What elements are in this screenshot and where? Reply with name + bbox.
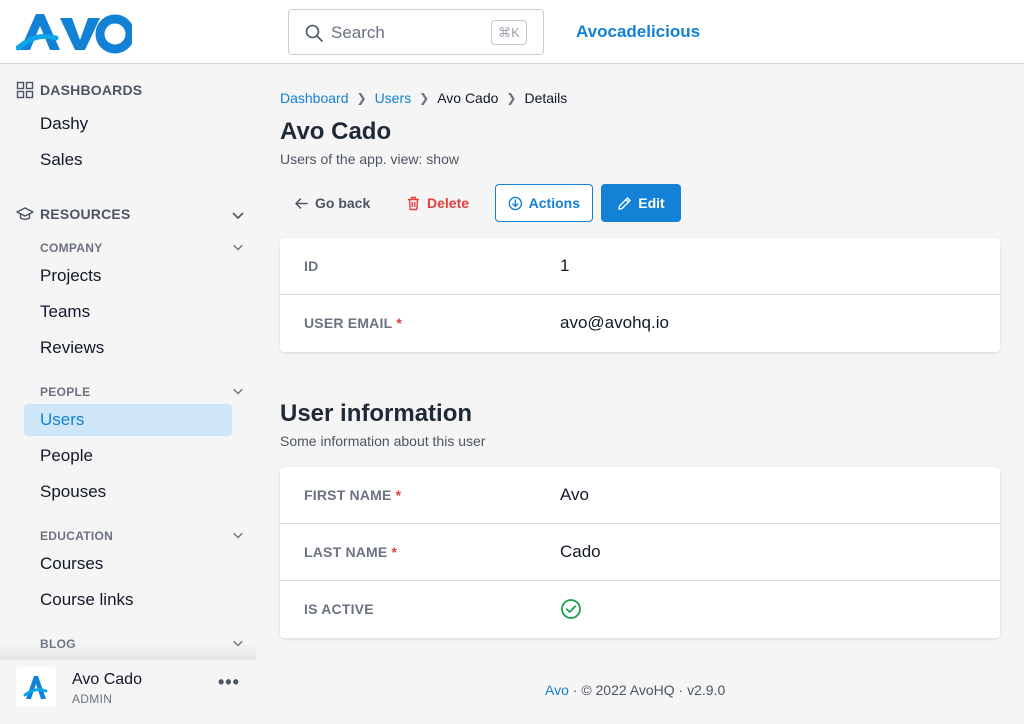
chevron-down-icon[interactable] <box>231 208 245 222</box>
edit-button[interactable]: Edit <box>601 184 681 222</box>
avatar[interactable] <box>16 667 56 707</box>
go-back-label: Go back <box>315 195 371 211</box>
breadcrumb-record: Avo Cado <box>437 90 499 106</box>
user-information-card: FIRST NAME * Avo LAST NAME * Cado IS ACTIV… <box>280 467 1000 638</box>
breadcrumb: Dashboard ❯ Users ❯ Avo Cado ❯ Details <box>280 90 567 106</box>
required-marker: * <box>395 487 402 503</box>
field-label: ID <box>304 258 319 274</box>
sidebar-item-courses[interactable]: Courses <box>24 548 232 580</box>
search-placeholder: Search <box>331 23 385 42</box>
dashboard-grid-icon <box>16 81 34 99</box>
field-row-first-name: FIRST NAME * Avo <box>280 467 1000 524</box>
dashboards-heading-label: DASHBOARDS <box>40 82 143 98</box>
dashboards-heading[interactable]: DASHBOARDS <box>16 81 142 99</box>
breadcrumb-users[interactable]: Users <box>375 90 412 106</box>
field-value: 1 <box>560 256 570 275</box>
avo-logo[interactable] <box>15 8 135 56</box>
current-user-panel: Avo Cado ADMIN ••• <box>0 660 256 724</box>
field-label: USER EMAIL * <box>304 315 402 331</box>
sidebar-item-projects[interactable]: Projects <box>24 260 232 292</box>
field-row-last-name: LAST NAME * Cado <box>280 524 1000 581</box>
app-name-link[interactable]: Avocadelicious <box>576 22 700 42</box>
education-group-heading: EDUCATION <box>40 529 114 543</box>
field-label: LAST NAME * <box>304 544 398 560</box>
footer-text: · © 2022 AvoHQ · v2.9.0 <box>568 682 726 698</box>
chevron-down-icon[interactable] <box>232 385 244 397</box>
actions-label: Actions <box>528 195 580 211</box>
pencil-icon <box>618 196 631 210</box>
search-icon <box>305 24 323 42</box>
more-options-icon[interactable]: ••• <box>218 672 240 693</box>
field-value: Cado <box>560 542 601 561</box>
download-circle-icon <box>508 196 523 210</box>
footer-avo-link[interactable]: Avo <box>545 682 569 698</box>
page-subtitle: Users of the app. view: show <box>280 151 459 167</box>
search-shortcut-hint: ⌘K <box>491 20 527 45</box>
page-title: Avo Cado <box>280 118 392 145</box>
sidebar-item-sales[interactable]: Sales <box>24 144 232 176</box>
field-row-user-email: USER EMAIL * avo@avohq.io <box>280 295 1000 352</box>
company-group-heading: COMPANY <box>40 241 103 255</box>
sidebar-item-teams[interactable]: Teams <box>24 296 232 328</box>
go-back-button[interactable]: Go back <box>282 184 382 222</box>
sidebar-item-reviews[interactable]: Reviews <box>24 332 232 364</box>
search-input[interactable]: Search ⌘K <box>288 9 544 55</box>
delete-button[interactable]: Delete <box>394 184 481 222</box>
edit-label: Edit <box>638 195 665 211</box>
footer: Avo · © 2022 AvoHQ · v2.9.0 <box>545 682 725 698</box>
chevron-right-icon: ❯ <box>506 91 517 105</box>
check-circle-icon <box>561 599 581 619</box>
field-label: IS ACTIVE <box>304 601 374 617</box>
arrow-left-icon <box>295 197 308 209</box>
sidebar-item-people[interactable]: People <box>24 440 232 472</box>
resources-heading-label: RESOURCES <box>40 206 131 222</box>
breadcrumb-details: Details <box>524 90 568 106</box>
delete-label: Delete <box>427 195 470 211</box>
field-row-id: ID 1 <box>280 238 1000 295</box>
actions-button[interactable]: Actions <box>495 184 593 222</box>
required-marker: * <box>391 544 398 560</box>
sidebar: DASHBOARDS Dashy Sales RESOURCES COMPANY… <box>0 64 256 724</box>
sidebar-item-users[interactable]: Users <box>24 404 232 436</box>
field-label: FIRST NAME * <box>304 487 402 503</box>
chevron-right-icon: ❯ <box>356 91 367 105</box>
section-description: Some information about this user <box>280 433 486 449</box>
sidebar-scroll-fade <box>0 642 256 660</box>
user-name: Avo Cado <box>72 671 142 688</box>
user-role: ADMIN <box>72 692 113 706</box>
chevron-right-icon: ❯ <box>419 91 430 105</box>
top-bar: Search ⌘K Avocadelicious <box>0 0 1024 64</box>
people-group-heading: PEOPLE <box>40 385 91 399</box>
graduation-cap-icon <box>16 207 34 220</box>
breadcrumb-dashboard[interactable]: Dashboard <box>280 90 349 106</box>
section-title: User information <box>280 400 473 427</box>
field-value: Avo <box>560 485 589 504</box>
main-fields-card: ID 1 USER EMAIL * avo@avohq.io <box>280 238 1000 352</box>
field-value: avo@avohq.io <box>560 313 669 332</box>
trash-icon <box>408 196 419 210</box>
sidebar-item-course-links[interactable]: Course links <box>24 584 232 616</box>
sidebar-item-dashy[interactable]: Dashy <box>24 108 232 140</box>
field-row-is-active: IS ACTIVE <box>280 581 1000 638</box>
chevron-down-icon[interactable] <box>232 529 244 541</box>
sidebar-item-spouses[interactable]: Spouses <box>24 476 232 508</box>
resources-heading[interactable]: RESOURCES <box>16 205 130 223</box>
avo-logo-icon <box>23 676 48 699</box>
chevron-down-icon[interactable] <box>232 241 244 253</box>
required-marker: * <box>396 315 402 331</box>
